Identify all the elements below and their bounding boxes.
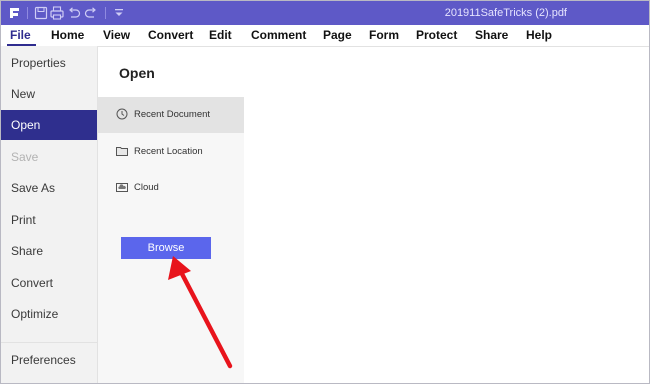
undo-icon[interactable] bbox=[66, 5, 82, 21]
sidebar-item-label: Optimize bbox=[11, 307, 59, 321]
menu-home[interactable]: Home bbox=[51, 28, 84, 42]
location-recent-document[interactable]: Recent Document bbox=[98, 97, 244, 133]
sidebar-item-label: Properties bbox=[11, 56, 66, 70]
sidebar-item-share[interactable]: Share bbox=[1, 236, 97, 266]
sidebar-item-label: Open bbox=[11, 118, 41, 132]
menu-comment[interactable]: Comment bbox=[251, 28, 306, 42]
menu-help[interactable]: Help bbox=[526, 28, 552, 42]
save-icon[interactable] bbox=[33, 5, 49, 21]
sidebar-item-save: Save bbox=[1, 142, 97, 172]
menu-view[interactable]: View bbox=[103, 28, 130, 42]
sidebar-item-label: Preferences bbox=[11, 353, 76, 367]
toolbar-separator bbox=[27, 7, 28, 19]
redo-icon[interactable] bbox=[83, 5, 99, 21]
location-recent-location[interactable]: Recent Location bbox=[98, 134, 244, 170]
menu-form[interactable]: Form bbox=[369, 28, 399, 42]
folder-icon bbox=[116, 147, 128, 156]
app-logo-icon[interactable] bbox=[7, 5, 23, 21]
sidebar-item-preferences[interactable]: Preferences bbox=[1, 345, 97, 375]
menu-bar: File Home View Convert Edit Comment Page… bbox=[1, 25, 649, 47]
menu-edit[interactable]: Edit bbox=[209, 28, 232, 42]
title-bar: 201911SafeTricks (2).pdf bbox=[1, 1, 649, 25]
menu-page[interactable]: Page bbox=[323, 28, 352, 42]
sidebar-item-new[interactable]: New bbox=[1, 79, 97, 109]
sidebar-item-print[interactable]: Print bbox=[1, 205, 97, 235]
location-cloud[interactable]: Cloud bbox=[98, 170, 244, 206]
application-window: 201911SafeTricks (2).pdf File Home View … bbox=[0, 0, 650, 384]
sidebar-item-label: Share bbox=[11, 244, 44, 258]
menu-share[interactable]: Share bbox=[475, 28, 508, 42]
menu-protect[interactable]: Protect bbox=[416, 28, 457, 42]
location-label: Cloud bbox=[134, 182, 159, 193]
sidebar-item-optimize[interactable]: Optimize bbox=[1, 299, 97, 329]
browse-button[interactable]: Browse bbox=[121, 237, 211, 259]
panel-title: Open bbox=[119, 65, 155, 81]
print-icon[interactable] bbox=[49, 5, 65, 21]
location-label: Recent Document bbox=[134, 109, 211, 120]
sidebar-item-label: Save As bbox=[11, 181, 56, 195]
document-title: 201911SafeTricks (2).pdf bbox=[444, 7, 567, 19]
sidebar-item-label: Convert bbox=[11, 276, 54, 290]
sidebar-item-convert[interactable]: Convert bbox=[1, 268, 97, 298]
cloud-icon bbox=[116, 183, 128, 192]
clock-icon bbox=[116, 108, 128, 120]
customize-toolbar-icon[interactable] bbox=[111, 5, 127, 21]
file-sidebar: Properties New Open Save Save As Print S… bbox=[1, 46, 98, 383]
toolbar-separator bbox=[105, 7, 106, 19]
sidebar-item-open[interactable]: Open bbox=[1, 110, 97, 140]
sidebar-item-label: Save bbox=[11, 150, 39, 164]
sidebar-item-properties[interactable]: Properties bbox=[1, 48, 97, 78]
sidebar-item-save-as[interactable]: Save As bbox=[1, 173, 97, 203]
menu-file[interactable]: File bbox=[10, 28, 31, 42]
recent-files-area bbox=[244, 47, 649, 383]
sidebar-item-label: New bbox=[11, 87, 36, 101]
menu-convert[interactable]: Convert bbox=[148, 28, 193, 42]
sidebar-item-label: Print bbox=[11, 213, 36, 227]
location-label: Recent Location bbox=[134, 146, 203, 157]
sidebar-divider bbox=[1, 342, 97, 343]
